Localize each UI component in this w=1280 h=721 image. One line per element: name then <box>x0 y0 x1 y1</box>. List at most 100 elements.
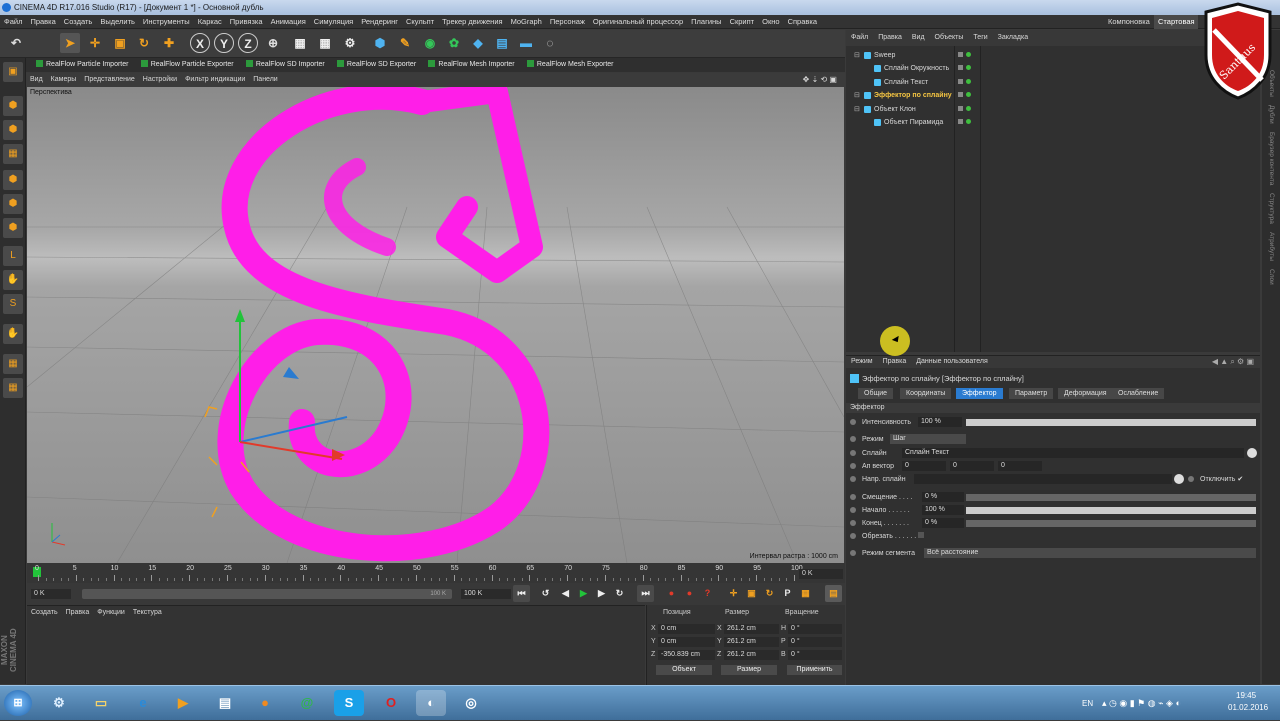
viewport-menu-item[interactable]: Настройки <box>139 73 181 87</box>
animate-dot-icon[interactable] <box>850 533 856 539</box>
y-axis-lock-button[interactable]: Y <box>214 33 234 53</box>
tweak-icon[interactable]: ✋ <box>3 270 23 290</box>
undo-icon[interactable]: ↶ <box>6 33 26 53</box>
menu-item[interactable]: Скрипт <box>726 15 759 29</box>
scale-key-icon[interactable]: ▣ <box>743 585 760 602</box>
animate-dot-icon[interactable] <box>850 436 856 442</box>
upvector-z-field[interactable]: 0 <box>998 461 1042 471</box>
texture-mode-icon[interactable]: ⬢ <box>3 120 23 140</box>
viewport-menu-item[interactable]: Представление <box>80 73 138 87</box>
segment-mode-dropdown[interactable]: Всё расстояние <box>924 548 1256 558</box>
side-tab[interactable]: Структура <box>1262 193 1280 224</box>
attribute-menu-item[interactable]: Правка <box>878 356 912 368</box>
model-mode-icon[interactable]: ⬢ <box>3 96 23 116</box>
end-frame-field[interactable]: 100 K <box>461 589 511 599</box>
spline-link-field[interactable]: Сплайн Текст <box>902 448 1244 458</box>
animate-dot-icon[interactable] <box>850 463 856 469</box>
opera-taskbar-icon[interactable]: O <box>376 690 406 716</box>
scale-tool-icon[interactable]: ▣ <box>110 33 130 53</box>
size-z-field[interactable]: 261.2 cm <box>724 650 779 660</box>
render-settings-icon[interactable]: ⚙ <box>340 33 360 53</box>
side-tab[interactable]: Дубли <box>1262 105 1280 124</box>
render-picture-viewer-icon[interactable]: ▦ <box>315 33 335 53</box>
coord-mode-dropdown[interactable]: Объект <box>656 665 712 675</box>
menu-item[interactable]: Файл <box>0 15 26 29</box>
snap-icon[interactable]: S <box>3 294 23 314</box>
notepad-taskbar-icon[interactable]: ▤ <box>210 690 240 716</box>
apply-button[interactable]: Применить <box>787 665 842 675</box>
current-frame-field[interactable]: 0 K <box>799 569 843 579</box>
icq-taskbar-icon[interactable]: @ <box>292 690 322 716</box>
object-menu-item[interactable]: Вид <box>907 30 930 46</box>
coordinate-system-icon[interactable]: ⊕ <box>263 33 283 53</box>
object-menu-item[interactable]: Закладка <box>993 30 1033 46</box>
menu-item[interactable]: Создать <box>60 15 97 29</box>
animate-dot-icon[interactable] <box>850 419 856 425</box>
menu-item[interactable]: Плагины <box>687 15 725 29</box>
parameter-key-icon[interactable]: P <box>779 585 796 602</box>
enable-axis-icon[interactable]: L <box>3 246 23 266</box>
expand-toggle-icon[interactable]: ⊟ <box>854 49 860 62</box>
object-menu-item[interactable]: Правка <box>873 30 907 46</box>
previous-key-icon[interactable]: ↺ <box>537 585 554 602</box>
pos-z-field[interactable]: -350.839 cm <box>658 650 715 660</box>
side-tab[interactable]: Слои <box>1262 269 1280 285</box>
plugin-button[interactable]: RealFlow Particle Importer <box>36 58 128 72</box>
previous-frame-icon[interactable]: ◀ <box>557 585 574 602</box>
media-player-taskbar-icon[interactable]: ▶ <box>168 690 198 716</box>
animate-dot-icon[interactable] <box>850 450 856 456</box>
start-field[interactable]: 100 % <box>922 505 964 515</box>
plugin-button[interactable]: RealFlow SD Exporter <box>336 58 416 72</box>
rot-p-field[interactable]: 0 ° <box>788 637 842 647</box>
attribute-menu-item[interactable]: Данные пользователя <box>911 356 993 368</box>
deformer-icon[interactable]: ◆ <box>468 33 488 53</box>
material-menu-item[interactable]: Функции <box>93 606 129 620</box>
menu-item[interactable]: Анимация <box>267 15 310 29</box>
tray-icons[interactable]: ▴ ◷ ◉ ▮ ⚑ ◍ ⌁ ◈ ◐ <box>1102 698 1181 709</box>
edges-mode-icon[interactable]: ⬢ <box>3 194 23 214</box>
menu-item[interactable]: Персонаж <box>546 15 589 29</box>
plugin-button[interactable]: RealFlow Mesh Exporter <box>526 58 614 72</box>
material-menu-item[interactable]: Создать <box>27 606 62 620</box>
planar-workplane-icon[interactable]: ▦ <box>3 378 23 398</box>
recorder-taskbar-icon[interactable]: ◎ <box>456 690 486 716</box>
render-view-icon[interactable]: ▦ <box>290 33 310 53</box>
visibility-toggles[interactable] <box>958 103 986 116</box>
intensity-field[interactable]: 100 % <box>918 417 962 427</box>
next-key-icon[interactable]: ↻ <box>611 585 628 602</box>
rot-b-field[interactable]: 0 ° <box>788 650 842 660</box>
tab-general[interactable]: Общие <box>858 388 894 399</box>
x-axis-lock-button[interactable]: X <box>190 33 210 53</box>
visibility-toggles[interactable] <box>958 49 986 62</box>
folder-taskbar-icon[interactable]: ▭ <box>86 690 116 716</box>
firefox-taskbar-icon[interactable]: ● <box>250 690 280 716</box>
language-indicator[interactable]: EN <box>1082 699 1093 708</box>
menu-item[interactable]: Справка <box>784 15 821 29</box>
autokey-icon[interactable]: ● <box>681 585 698 602</box>
material-menu-item[interactable]: Правка <box>62 606 94 620</box>
menu-item[interactable]: Скульпт <box>402 15 438 29</box>
size-x-field[interactable]: 261.2 cm <box>724 624 779 634</box>
menu-item[interactable]: Рендеринг <box>357 15 402 29</box>
attribute-nav-icons[interactable]: ◀ ▲ ⌕ ⚙ ▣ <box>1212 356 1254 368</box>
intensity-slider[interactable] <box>966 419 1256 426</box>
offset-field[interactable]: 0 % <box>922 492 964 502</box>
start-slider[interactable] <box>966 507 1256 514</box>
timeline-window-icon[interactable]: ▤ <box>825 585 842 602</box>
object-menu-item[interactable]: Файл <box>846 30 873 46</box>
end-field[interactable]: 0 % <box>922 518 964 528</box>
rotation-key-icon[interactable]: ↻ <box>761 585 778 602</box>
menu-item[interactable]: Правка <box>26 15 59 29</box>
offset-slider[interactable] <box>966 494 1256 501</box>
cube-object-icon[interactable]: ⬢ <box>370 33 390 53</box>
end-slider[interactable] <box>966 520 1256 527</box>
object-menu-item[interactable]: Теги <box>968 30 992 46</box>
position-key-icon[interactable]: ✛ <box>725 585 742 602</box>
sculpt-icon[interactable]: ✋ <box>3 324 23 344</box>
tab-deformation[interactable]: Деформация <box>1058 388 1113 399</box>
animate-dot-icon[interactable] <box>1188 476 1194 482</box>
animate-dot-icon[interactable] <box>850 520 856 526</box>
visibility-toggles[interactable] <box>958 62 986 75</box>
nurbs-icon[interactable]: ◉ <box>420 33 440 53</box>
mode-dropdown[interactable]: Шаг <box>890 434 966 444</box>
